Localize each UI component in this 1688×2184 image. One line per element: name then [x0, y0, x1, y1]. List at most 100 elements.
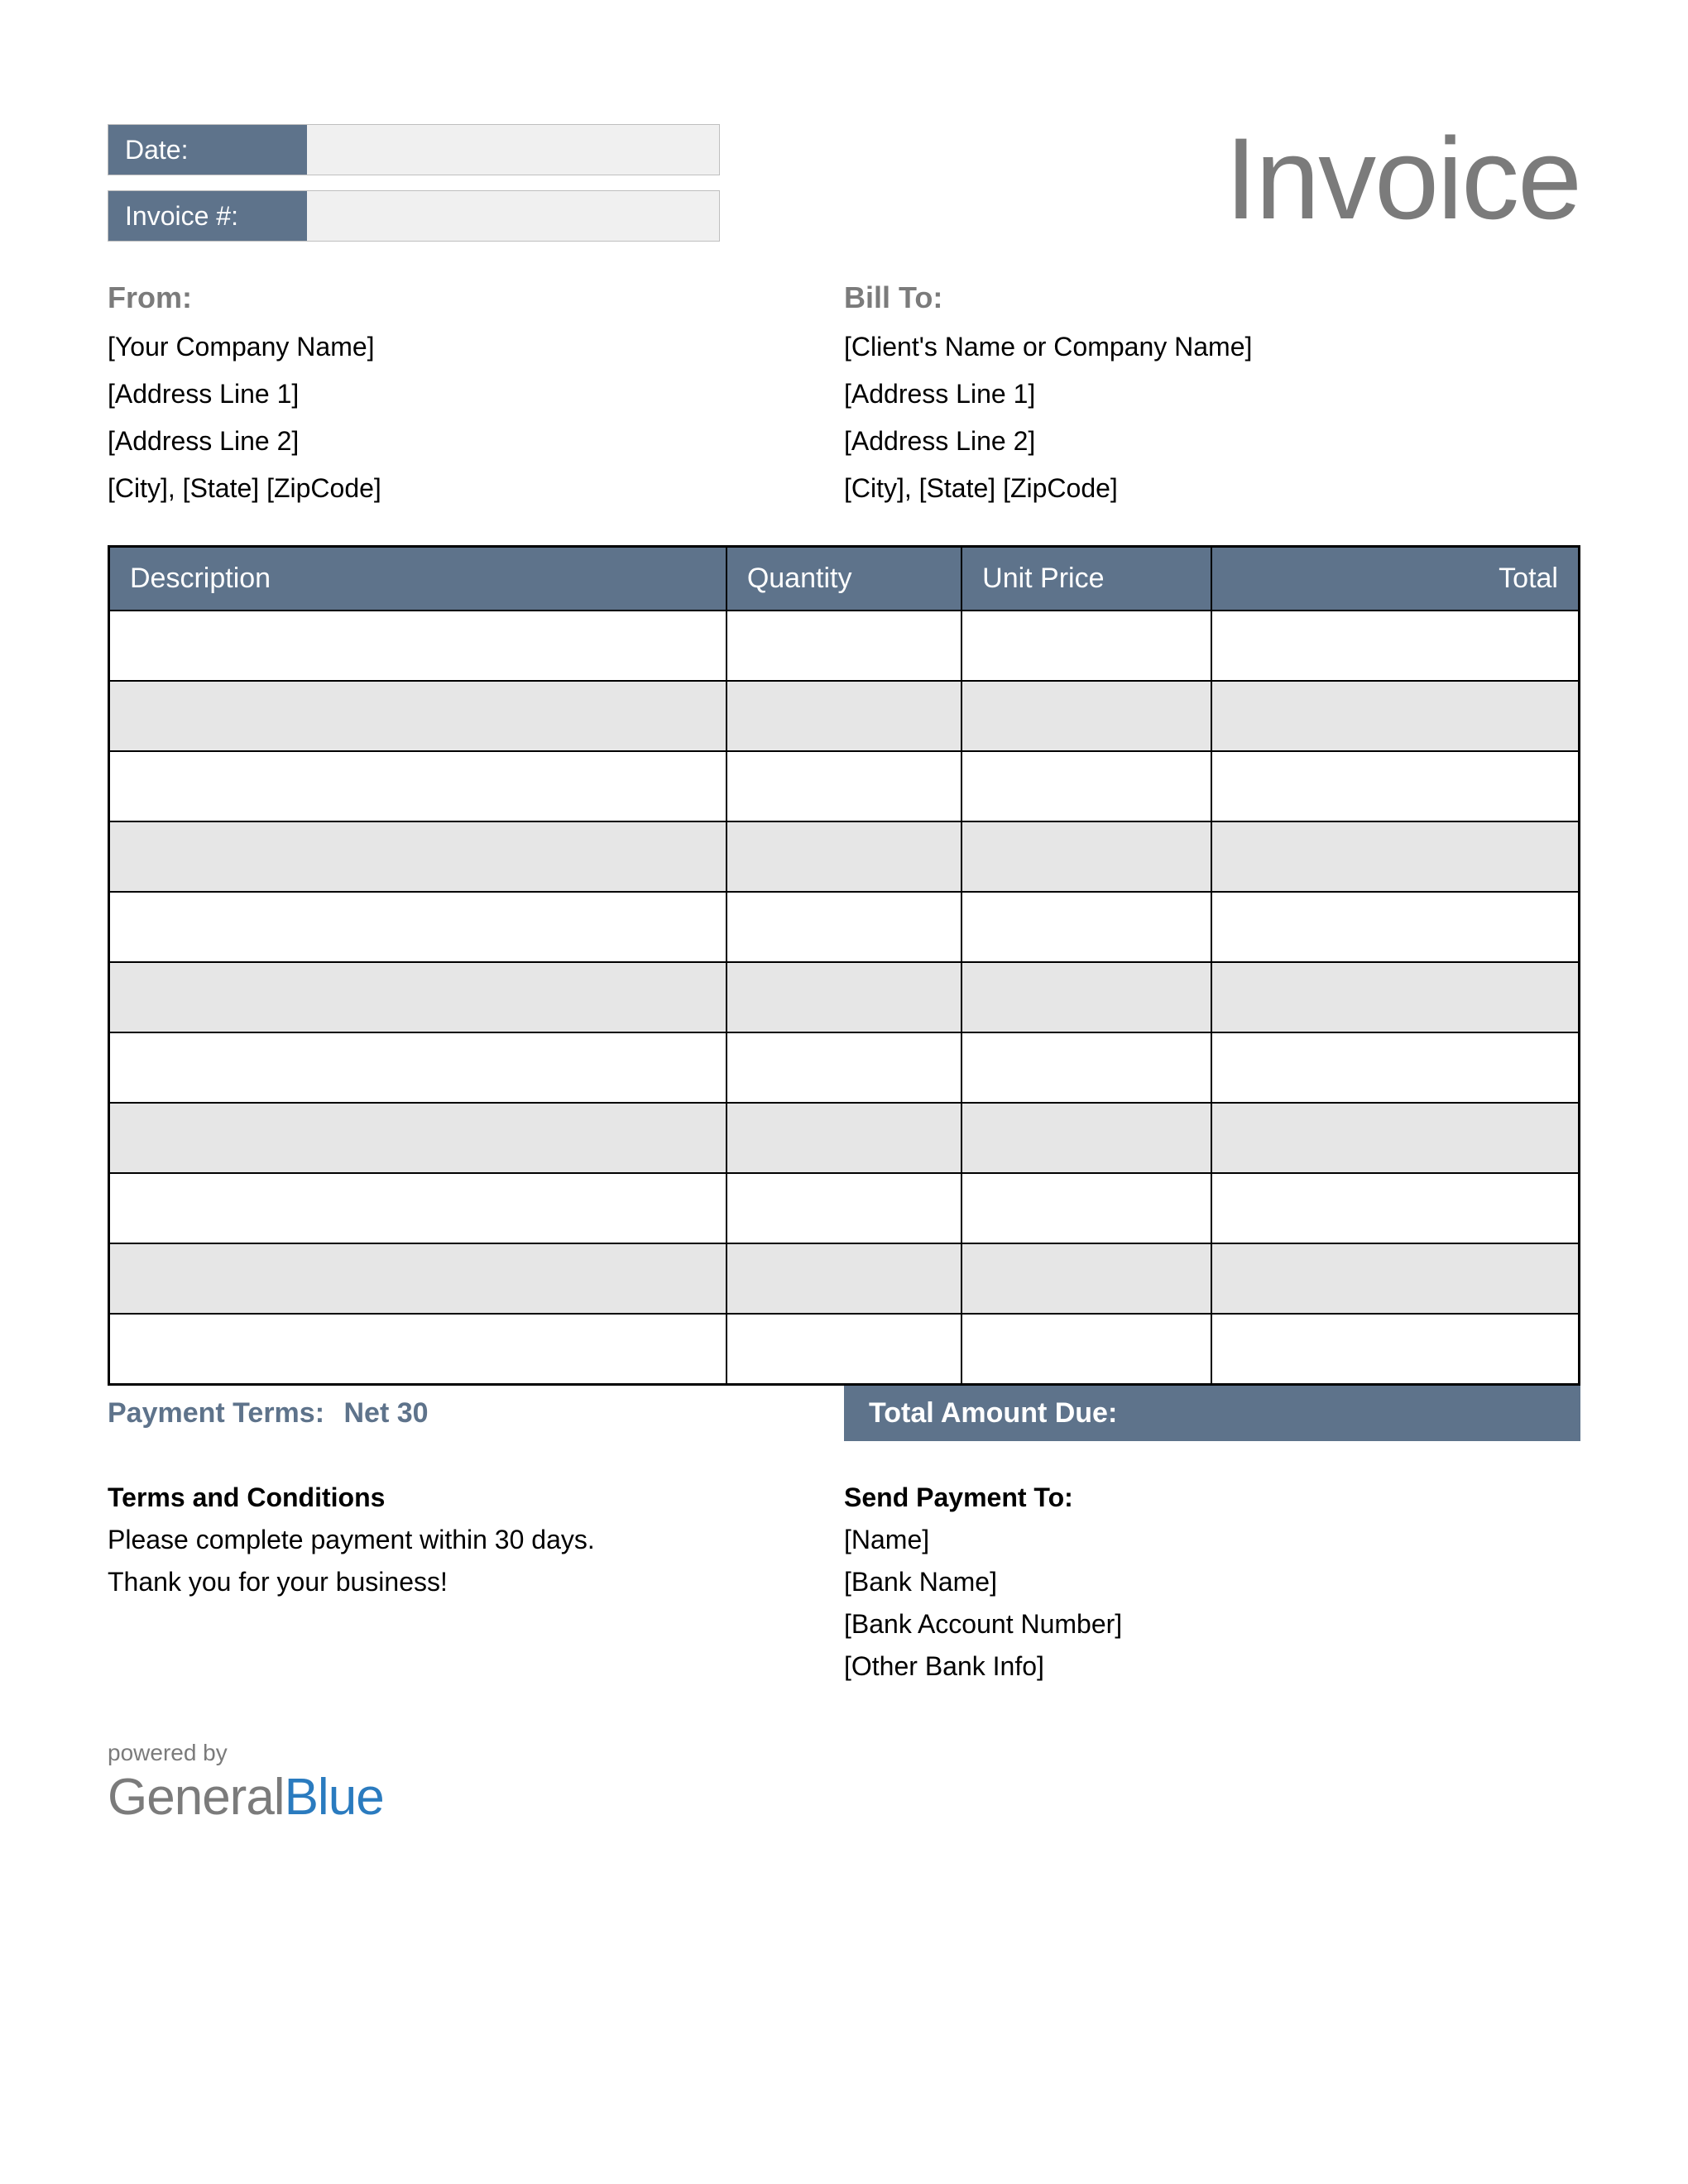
terms-heading: Terms and Conditions: [108, 1482, 844, 1513]
cell-unit_price[interactable]: [961, 962, 1211, 1032]
terms-line: Thank you for your business!: [108, 1567, 844, 1597]
cell-unit_price[interactable]: [961, 821, 1211, 892]
cell-description[interactable]: [109, 1243, 727, 1314]
brand-part-b: Blue: [285, 1769, 384, 1826]
cell-quantity[interactable]: [727, 681, 961, 751]
payment-terms: Payment Terms: Net 30: [108, 1386, 844, 1441]
invoice-number-label: Invoice #:: [108, 191, 307, 241]
table-row: [109, 892, 1580, 962]
table-row: [109, 962, 1580, 1032]
cell-description[interactable]: [109, 1103, 727, 1173]
cell-total[interactable]: [1211, 821, 1579, 892]
cell-description[interactable]: [109, 821, 727, 892]
cell-total[interactable]: [1211, 611, 1579, 681]
brand-logo: GeneralBlue: [108, 1768, 1580, 1827]
cell-quantity[interactable]: [727, 1243, 961, 1314]
send-to-line[interactable]: [Bank Name]: [844, 1567, 1580, 1597]
total-due-label: Total Amount Due:: [869, 1397, 1117, 1430]
footer-blocks: Terms and Conditions Please complete pay…: [108, 1482, 1580, 1682]
cell-description[interactable]: [109, 1173, 727, 1243]
col-quantity: Quantity: [727, 547, 961, 611]
cell-description[interactable]: [109, 1314, 727, 1384]
table-row: [109, 751, 1580, 821]
powered-by: powered by GeneralBlue: [108, 1740, 1580, 1827]
from-line[interactable]: [Address Line 2]: [108, 426, 844, 457]
cell-total[interactable]: [1211, 1173, 1579, 1243]
cell-unit_price[interactable]: [961, 611, 1211, 681]
table-row: [109, 821, 1580, 892]
cell-description[interactable]: [109, 681, 727, 751]
table-row: [109, 1173, 1580, 1243]
header-area: Date: Invoice #: Invoice: [108, 124, 1580, 246]
cell-quantity[interactable]: [727, 1314, 961, 1384]
cell-description[interactable]: [109, 1032, 727, 1103]
table-row: [109, 611, 1580, 681]
invoice-number-row: Invoice #:: [108, 190, 720, 242]
line-items-table: Description Quantity Unit Price Total: [108, 545, 1580, 1386]
cell-total[interactable]: [1211, 1243, 1579, 1314]
bill-to-line[interactable]: [Address Line 1]: [844, 379, 1580, 410]
cell-unit_price[interactable]: [961, 751, 1211, 821]
cell-total[interactable]: [1211, 751, 1579, 821]
cell-total[interactable]: [1211, 1103, 1579, 1173]
cell-total[interactable]: [1211, 681, 1579, 751]
total-amount-due: Total Amount Due:: [844, 1386, 1580, 1441]
table-row: [109, 681, 1580, 751]
cell-description[interactable]: [109, 962, 727, 1032]
cell-description[interactable]: [109, 751, 727, 821]
table-row: [109, 1032, 1580, 1103]
cell-quantity[interactable]: [727, 892, 961, 962]
document-title: Invoice: [1225, 112, 1580, 246]
terms-and-conditions: Terms and Conditions Please complete pay…: [108, 1482, 844, 1682]
powered-by-label: powered by: [108, 1740, 1580, 1766]
from-line[interactable]: [City], [State] [ZipCode]: [108, 473, 844, 504]
bill-to-line[interactable]: [Address Line 2]: [844, 426, 1580, 457]
cell-unit_price[interactable]: [961, 1032, 1211, 1103]
cell-unit_price[interactable]: [961, 1243, 1211, 1314]
cell-unit_price[interactable]: [961, 892, 1211, 962]
summary-row: Payment Terms: Net 30 Total Amount Due:: [108, 1386, 1580, 1441]
from-line[interactable]: [Your Company Name]: [108, 332, 844, 362]
cell-quantity[interactable]: [727, 1173, 961, 1243]
col-total: Total: [1211, 547, 1579, 611]
cell-unit_price[interactable]: [961, 1103, 1211, 1173]
terms-line: Please complete payment within 30 days.: [108, 1525, 844, 1555]
cell-quantity[interactable]: [727, 962, 961, 1032]
table-row: [109, 1243, 1580, 1314]
parties-area: From: [Your Company Name] [Address Line …: [108, 280, 1580, 504]
from-heading: From:: [108, 280, 844, 315]
cell-total[interactable]: [1211, 1314, 1579, 1384]
send-to-heading: Send Payment To:: [844, 1482, 1580, 1513]
date-input[interactable]: [307, 125, 719, 175]
bill-to-line[interactable]: [City], [State] [ZipCode]: [844, 473, 1580, 504]
bill-to-line[interactable]: [Client's Name or Company Name]: [844, 332, 1580, 362]
cell-quantity[interactable]: [727, 821, 961, 892]
cell-description[interactable]: [109, 892, 727, 962]
invoice-number-input[interactable]: [307, 191, 719, 241]
cell-unit_price[interactable]: [961, 1314, 1211, 1384]
brand-part-a: General: [108, 1769, 285, 1826]
cell-quantity[interactable]: [727, 611, 961, 681]
cell-quantity[interactable]: [727, 751, 961, 821]
send-to-line[interactable]: [Bank Account Number]: [844, 1609, 1580, 1640]
cell-unit_price[interactable]: [961, 681, 1211, 751]
cell-total[interactable]: [1211, 1032, 1579, 1103]
cell-quantity[interactable]: [727, 1103, 961, 1173]
send-to-line[interactable]: [Name]: [844, 1525, 1580, 1555]
cell-unit_price[interactable]: [961, 1173, 1211, 1243]
cell-total[interactable]: [1211, 892, 1579, 962]
send-payment-to: Send Payment To: [Name] [Bank Name] [Ban…: [844, 1482, 1580, 1682]
send-to-line[interactable]: [Other Bank Info]: [844, 1651, 1580, 1682]
bill-to-heading: Bill To:: [844, 280, 1580, 315]
payment-terms-label: Payment Terms:: [108, 1397, 324, 1429]
cell-quantity[interactable]: [727, 1032, 961, 1103]
cell-description[interactable]: [109, 611, 727, 681]
meta-fields: Date: Invoice #:: [108, 124, 720, 242]
payment-terms-value[interactable]: Net 30: [343, 1397, 428, 1429]
date-label: Date:: [108, 125, 307, 175]
bill-to-block: Bill To: [Client's Name or Company Name]…: [844, 280, 1580, 504]
col-description: Description: [109, 547, 727, 611]
cell-total[interactable]: [1211, 962, 1579, 1032]
from-line[interactable]: [Address Line 1]: [108, 379, 844, 410]
table-header-row: Description Quantity Unit Price Total: [109, 547, 1580, 611]
